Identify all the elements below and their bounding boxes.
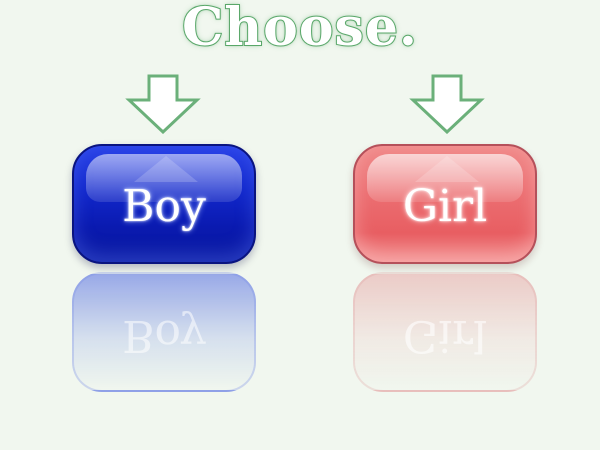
button-shine xyxy=(134,156,198,182)
girl-button-reflection: Girl xyxy=(353,272,537,392)
button-shine xyxy=(415,156,479,182)
girl-button-label: Girl xyxy=(402,181,488,232)
girl-reflection-label: Girl xyxy=(402,310,488,361)
page-title: Choose. xyxy=(181,0,419,59)
boy-reflection-label: Boy xyxy=(122,310,206,361)
down-arrow-icon xyxy=(125,74,201,134)
down-arrow-icon xyxy=(409,74,485,134)
girl-button[interactable]: Girl xyxy=(353,144,537,264)
boy-button-reflection: Boy xyxy=(72,272,256,392)
boy-button-label: Boy xyxy=(122,181,206,232)
boy-button[interactable]: Boy xyxy=(72,144,256,264)
